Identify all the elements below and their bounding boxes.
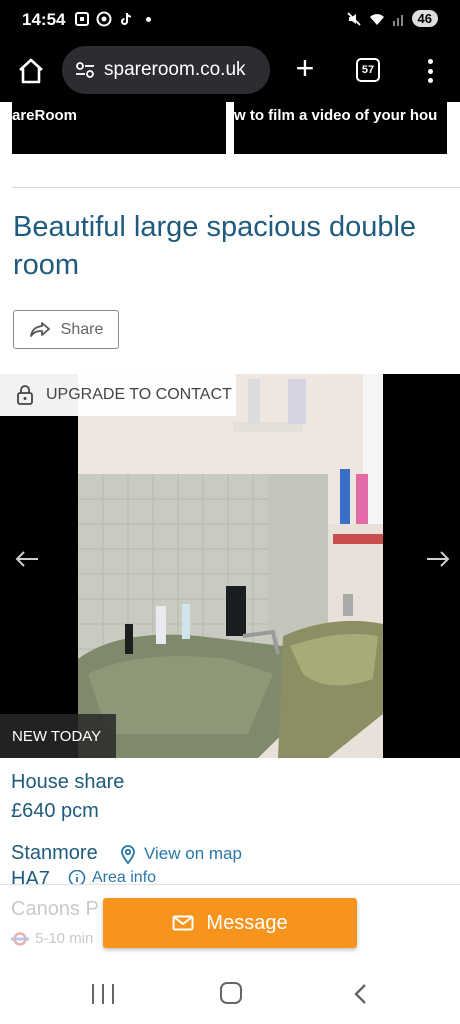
video-thumbnail[interactable]: areRoom <box>12 102 226 154</box>
status-bar: 14:54 46 <box>0 0 460 40</box>
listing-title: Beautiful large spacious double room <box>13 211 417 281</box>
share-icon <box>29 321 50 337</box>
view-map-label: View on map <box>144 844 242 863</box>
station-name: Canons P <box>11 898 99 920</box>
site-settings-icon[interactable] <box>74 59 96 81</box>
upgrade-label: UPGRADE TO CONTACT <box>46 386 232 403</box>
view-on-map-link[interactable]: View on map <box>120 844 242 864</box>
travel-time: 5-10 min <box>11 930 93 947</box>
arrow-left-icon[interactable] <box>14 546 40 572</box>
message-button[interactable]: Message <box>103 898 357 948</box>
new-today-badge: NEW TODAY <box>0 714 116 758</box>
video-caption: w to film a video of your hou <box>234 107 438 124</box>
share-button[interactable]: Share <box>13 310 119 349</box>
map-pin-icon <box>121 845 135 864</box>
new-tab-button[interactable]: + <box>290 52 320 84</box>
room-type: House share <box>11 771 125 793</box>
wifi-icon <box>369 13 384 25</box>
system-nav-bar <box>0 964 460 1024</box>
notification-dot <box>146 16 151 22</box>
underground-icon <box>11 931 29 946</box>
status-right-icons: 46 <box>346 10 438 27</box>
back-icon[interactable] <box>350 982 372 1006</box>
divider <box>12 187 460 188</box>
battery-icon: 46 <box>411 10 438 27</box>
upgrade-to-contact-button[interactable]: UPGRADE TO CONTACT <box>0 374 236 416</box>
video-thumbnail[interactable]: w to film a video of your hou <box>234 102 447 154</box>
envelope-icon <box>172 915 194 931</box>
video-caption: areRoom <box>12 107 78 124</box>
share-label: Share <box>60 320 104 338</box>
arrow-right-icon[interactable] <box>425 546 451 572</box>
status-time: 14:54 <box>22 10 66 29</box>
screenshot-icon <box>75 12 89 26</box>
message-label: Message <box>206 911 288 934</box>
home-icon[interactable] <box>16 56 46 86</box>
tiktok-icon <box>121 12 132 25</box>
photo-gallery[interactable] <box>0 374 460 758</box>
address-bar[interactable]: spareroom.co.uk <box>62 46 270 94</box>
browser-toolbar: spareroom.co.uk + 57 <box>0 40 460 102</box>
lock-icon <box>17 385 33 405</box>
area-name: Stanmore <box>11 842 98 864</box>
price: £640 pcm <box>11 800 99 822</box>
recents-icon[interactable] <box>92 984 114 1004</box>
room-photo[interactable] <box>78 374 383 758</box>
video-thumbnails: areRoom w to film a video of your hou <box>0 102 460 156</box>
chrome-icon <box>96 11 112 27</box>
more-menu-icon[interactable] <box>420 56 440 86</box>
mute-icon <box>346 11 361 26</box>
home-nav-icon[interactable] <box>220 982 242 1004</box>
url-text: spareroom.co.uk <box>104 59 246 80</box>
signal-icon <box>392 14 403 26</box>
tab-switcher-button[interactable]: 57 <box>356 58 380 82</box>
travel-time-label: 5-10 min <box>35 930 94 947</box>
status-left-icons <box>74 11 151 27</box>
